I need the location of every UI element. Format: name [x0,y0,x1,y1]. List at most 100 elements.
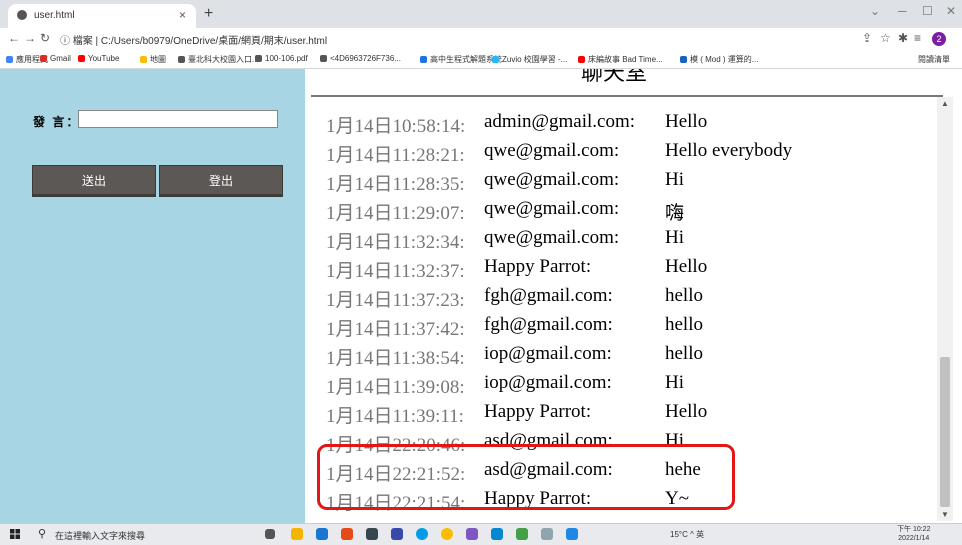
bookmark-item[interactable]: 臺北科大校園入口... [178,54,259,65]
url-field[interactable]: ⓘ 檔案 | C:/Users/b0979/OneDrive/桌面/網頁/期末/… [60,32,327,47]
speak-label: 發 言： [33,115,81,129]
bookmarks-bar: 應用程式 Gmail YouTube 地圖 臺北科大校園入口... 100-106.pdf… [0,50,962,69]
bookmark-label: <4D6963726F736... [330,54,401,63]
message-text: hello [665,343,703,364]
scroll-up-icon[interactable]: ▲ [941,99,949,108]
app-icon[interactable] [566,528,578,540]
windows-start-icon[interactable] [10,529,20,539]
bookmark-favicon-icon [178,56,185,63]
app-icon[interactable] [366,528,378,540]
bookmark-label: 床編故事 Bad Time... [588,55,663,64]
reading-mode-icon[interactable]: ≡ [914,31,921,45]
vscode-icon[interactable] [491,528,503,540]
red-highlight-annotation [317,444,735,510]
chrome-icon[interactable] [441,528,453,540]
bookmark-item[interactable]: YouTube [78,54,119,63]
message-user: Happy Parrot: [484,401,592,422]
globe-icon [17,10,27,20]
scroll-thumb[interactable] [940,357,950,507]
message-time: 1月14日11:38:54: [326,348,465,369]
forward-icon[interactable]: → [24,31,36,45]
message-user: fgh@gmail.com: [484,285,613,306]
close-tab-icon[interactable]: × [179,8,186,22]
message-user: qwe@gmail.com: [484,140,620,161]
bookmark-item[interactable]: 床編故事 Bad Time... [578,54,663,65]
logout-button[interactable]: 登出 [159,165,283,197]
message-time: 1月14日11:29:07: [326,203,465,224]
tab-title: user.html [34,10,75,21]
message-text: hello [665,285,703,306]
app-icon[interactable] [341,528,353,540]
reload-icon[interactable]: ↻ [40,31,50,45]
edge-icon[interactable] [416,528,428,540]
message-text: Hi [665,372,684,393]
message-user: admin@gmail.com: [484,111,635,132]
bookmark-favicon-icon [320,55,327,62]
bookmark-item[interactable]: 模 ( Mod ) 運算的... [680,54,758,65]
bookmark-label: Gmail [50,54,71,63]
message-time: 1月14日11:32:34: [326,232,465,253]
task-view-icon[interactable] [265,529,275,539]
system-tray[interactable]: 15°C ^ 英 [670,529,704,540]
message-text: Hello [665,256,708,277]
app-icon[interactable] [466,528,478,540]
app-icon[interactable] [541,528,553,540]
message-time: 1月14日11:39:08: [326,377,465,398]
message-time: 1月14日11:39:11: [326,406,464,427]
reading-list-button[interactable]: 閱讀清單 [918,54,950,65]
share-icon[interactable]: ⇪ [862,31,872,45]
maximize-icon[interactable]: ☐ [922,4,933,18]
app-icon[interactable] [316,528,328,540]
message-user: iop@gmail.com: [484,343,612,364]
browser-tab[interactable]: user.html × [8,4,196,28]
tab-search-icon[interactable]: ⌄ [870,4,880,18]
bookmark-label: 地圖 [150,55,166,64]
bookmark-item[interactable]: 高中生程式解題系統 [420,54,502,65]
send-button[interactable]: 送出 [32,165,156,197]
message-text: Hello [665,401,708,422]
browser-tab-bar: user.html × + ⌄ ─ ☐ ✕ [0,0,962,28]
bookmark-item[interactable]: Gmail [40,54,71,63]
bookmark-label: 模 ( Mod ) 運算的... [690,55,759,64]
back-icon[interactable]: ← [8,31,20,45]
bookmark-item[interactable]: <4D6963726F736... [320,54,401,63]
file-explorer-icon[interactable] [291,528,303,540]
minimize-icon[interactable]: ─ [898,4,907,18]
bookmark-item[interactable]: 100-106.pdf [255,54,308,63]
profile-avatar[interactable]: 2 [932,32,946,46]
bookmark-item[interactable]: 地圖 [140,54,166,65]
message-user: fgh@gmail.com: [484,314,613,335]
message-time: 1月14日11:37:23: [326,290,465,311]
taskbar-search-input[interactable]: 在這裡輸入文字來搜尋 [55,529,145,542]
bookmark-favicon-icon [255,55,262,62]
bookmark-favicon-icon [78,55,85,62]
bookmark-favicon-icon [140,56,147,63]
new-tab-button[interactable]: + [204,5,213,23]
scroll-down-icon[interactable]: ▼ [941,510,949,519]
clock-time: 下午 10:22 [897,526,931,533]
left-panel: 發 言： 送出 登出 [0,69,305,523]
bookmark-favicon-icon [578,56,585,63]
bookmark-label: YouTube [88,54,120,63]
close-window-icon[interactable]: ✕ [946,4,956,18]
bookmark-favicon-icon [6,56,13,63]
bookmark-label: Zuvio 校園學習 -... [502,55,568,64]
message-time: 1月14日11:28:35: [326,174,465,195]
extensions-icon[interactable]: ✱ [898,31,908,45]
bookmark-item[interactable]: Zuvio 校園學習 -... [492,54,567,65]
windows-taskbar: ⚲ 在這裡輸入文字來搜尋 15°C ^ 英 下午 10:22 2022/1/14 [0,523,962,545]
bookmark-favicon-icon [680,56,687,63]
chat-divider [311,95,943,97]
speak-input[interactable] [78,110,278,128]
bookmark-favicon-icon [492,56,499,63]
app-icon[interactable] [516,528,528,540]
search-icon[interactable]: ⚲ [38,527,46,540]
bookmark-favicon-icon [40,55,47,62]
message-text: Hi [665,227,684,248]
taskbar-clock[interactable]: 下午 10:22 2022/1/14 [897,525,930,543]
bookmark-star-icon[interactable]: ☆ [880,31,891,45]
clock-date: 2022/1/14 [898,535,930,542]
chat-scrollbar[interactable]: ▲ ▼ [937,97,953,521]
app-icon[interactable] [391,528,403,540]
bookmark-favicon-icon [420,56,427,63]
